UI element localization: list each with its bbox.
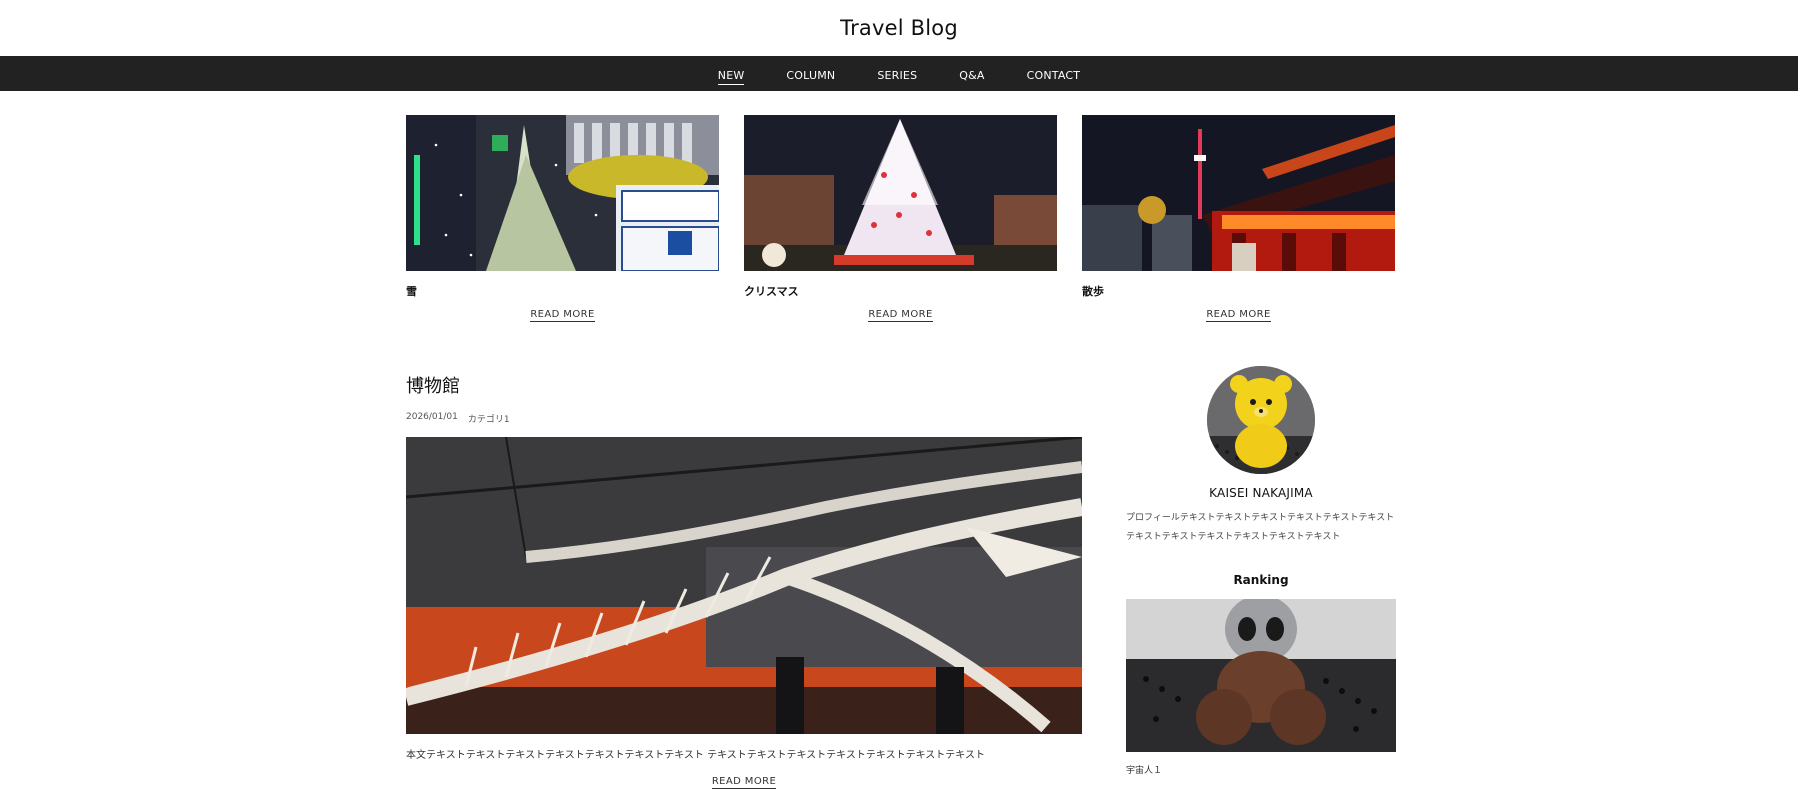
sidebar: KAISEI NAKAJIMA プロフィールテキストテキストテキストテキストテキ… xyxy=(1126,366,1396,776)
dinosaur-skeleton-photo[interactable] xyxy=(406,437,1082,734)
christmas-tree-photo[interactable] xyxy=(744,115,1057,271)
post-meta: 2026/01/01 カテゴリ1 xyxy=(406,412,1082,425)
ranking-item-title[interactable]: 宇宙人１ xyxy=(1126,763,1396,776)
nav-item-series[interactable]: SERIES xyxy=(877,69,917,84)
profile-name: KAISEI NAKAJIMA xyxy=(1209,486,1313,500)
pickup-card-title[interactable]: 雪 xyxy=(406,283,719,298)
main-post: 博物館 2026/01/01 カテゴリ1 本文テキストテキストテキストテキストテ… xyxy=(406,372,1082,789)
pickup-card: 散歩 READ MORE xyxy=(1082,115,1395,322)
pickup-card: クリスマス READ MORE xyxy=(744,115,1057,322)
global-nav: NEW COLUMN SERIES Q&A CONTACT xyxy=(0,56,1798,91)
nav-item-new[interactable]: NEW xyxy=(717,69,745,85)
snow-photo[interactable] xyxy=(406,115,719,271)
post-category[interactable]: カテゴリ1 xyxy=(468,412,510,425)
post-title[interactable]: 博物館 xyxy=(406,372,1082,398)
site-header: Travel Blog xyxy=(0,0,1798,56)
profile-text: プロフィールテキストテキストテキストテキストテキストテキスト テキストテキストテ… xyxy=(1126,513,1395,542)
pickup-section: 雪 READ MORE クリスマス READ MORE 散歩 READ MORE xyxy=(406,115,1396,322)
post-excerpt: 本文テキストテキストテキストテキストテキストテキストテキスト テキストテキストテ… xyxy=(406,750,985,761)
alien-toy-photo[interactable] xyxy=(1126,599,1396,752)
pickup-card-title[interactable]: クリスマス xyxy=(744,283,1057,298)
pickup-card-title[interactable]: 散歩 xyxy=(1082,283,1395,298)
read-more-link[interactable]: READ MORE xyxy=(711,776,777,789)
pickup-card: 雪 READ MORE xyxy=(406,115,719,322)
post-date: 2026/01/01 xyxy=(406,412,458,422)
read-more-link[interactable]: READ MORE xyxy=(868,309,933,322)
read-more-link[interactable]: READ MORE xyxy=(1206,309,1271,322)
read-more-link[interactable]: READ MORE xyxy=(530,309,595,322)
avatar xyxy=(1207,366,1315,474)
nav-item-qa[interactable]: Q&A xyxy=(959,69,984,84)
nav-item-contact[interactable]: CONTACT xyxy=(1027,69,1081,84)
site-title[interactable]: Travel Blog xyxy=(840,16,958,40)
nav-item-column[interactable]: COLUMN xyxy=(786,69,835,84)
ranking-heading: Ranking xyxy=(1233,573,1289,587)
temple-night-photo[interactable] xyxy=(1082,115,1395,271)
